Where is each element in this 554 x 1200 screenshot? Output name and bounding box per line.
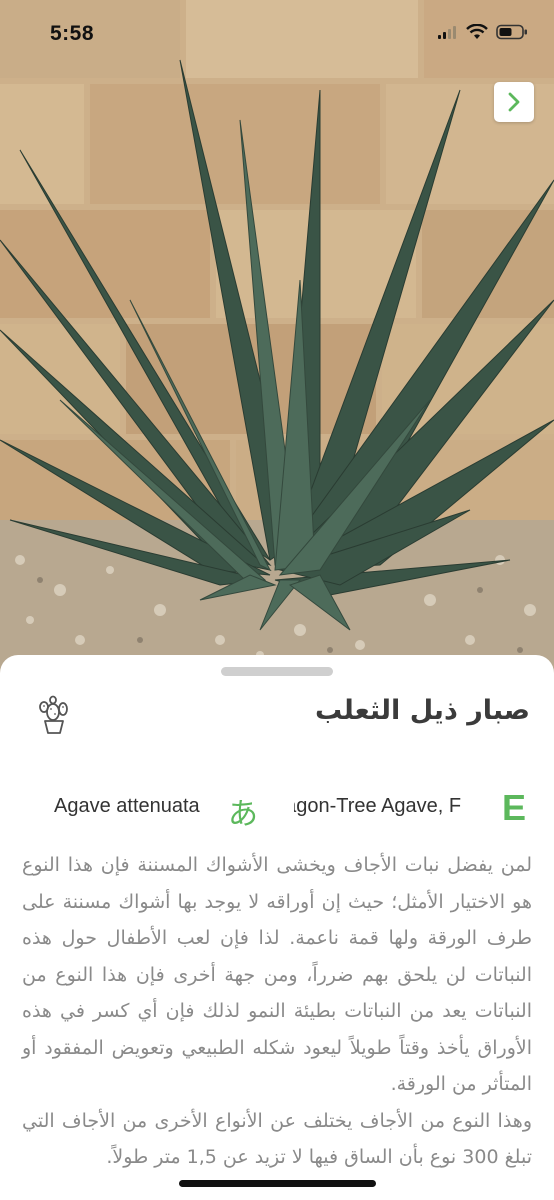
plant-title: صبار ذيل الثعلب bbox=[315, 695, 530, 726]
home-indicator[interactable] bbox=[179, 1180, 376, 1187]
english-name-fade bbox=[478, 791, 500, 827]
japanese-language-badge[interactable]: あ bbox=[228, 789, 258, 833]
next-button[interactable] bbox=[494, 82, 534, 122]
description-paragraph-1: لمن يفضل نبات الأجاف ويخشى الأشواك المسن… bbox=[22, 854, 532, 1095]
sheet-grabber[interactable] bbox=[221, 667, 333, 676]
plant-detail-sheet[interactable]: صبار ذيل الثعلب Agave attenuata あ Dragon… bbox=[0, 655, 554, 1200]
signal-icon bbox=[438, 26, 456, 39]
battery-icon bbox=[496, 24, 527, 40]
status-time: 5:58 bbox=[50, 22, 95, 45]
cactus-icon[interactable] bbox=[36, 695, 72, 735]
description-paragraph-2: وهذا النوع من الأجاف يختلف عن الأنواع ال… bbox=[22, 1109, 532, 1169]
english-name: Dragon-Tree Agave, F bbox=[294, 795, 462, 817]
chevron-right-icon bbox=[508, 92, 520, 112]
status-bar: 5:58 bbox=[0, 0, 554, 70]
wifi-icon bbox=[466, 24, 488, 39]
plant-photo bbox=[0, 0, 554, 680]
plant-names-row: Agave attenuata あ Dragon-Tree Agave, F E bbox=[0, 783, 554, 833]
english-language-badge[interactable]: E bbox=[502, 787, 526, 829]
plant-photo-illustration bbox=[0, 0, 554, 680]
status-icons bbox=[438, 24, 528, 40]
plant-description: لمن يفضل نبات الأجاف ويخشى الأشواك المسن… bbox=[22, 847, 532, 1176]
latin-name: Agave attenuata bbox=[54, 795, 200, 817]
